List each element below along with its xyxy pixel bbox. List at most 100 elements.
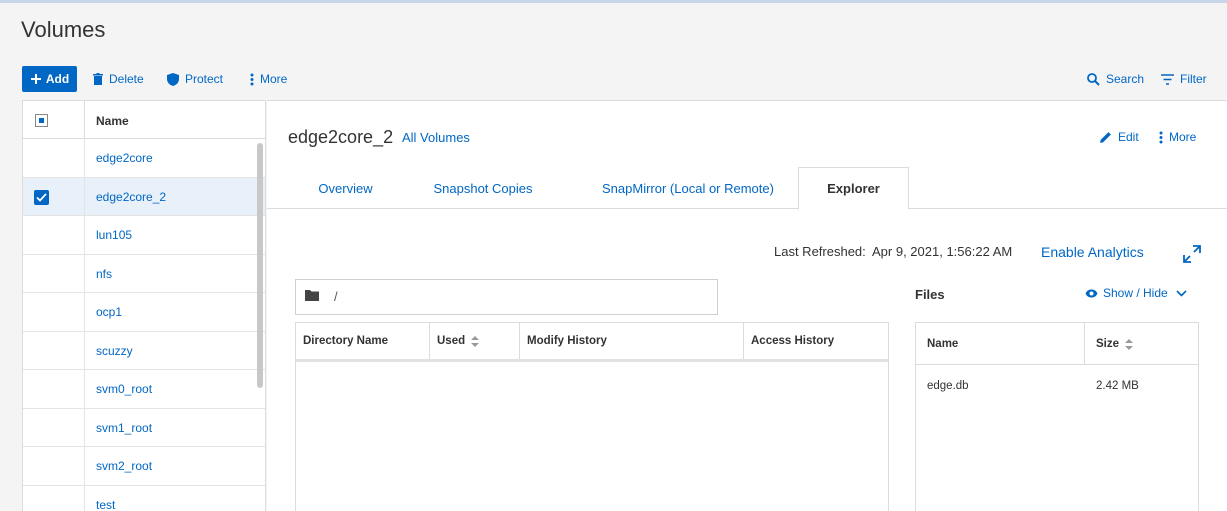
- volume-row[interactable]: edge2core_2: [23, 177, 265, 216]
- row-checkbox-checked[interactable]: [34, 189, 49, 205]
- volume-row[interactable]: svm2_root: [23, 447, 265, 486]
- volume-name-link[interactable]: scuzzy: [96, 344, 133, 358]
- volume-name-link[interactable]: svm2_root: [96, 459, 152, 473]
- row-checkbox-cell[interactable]: [23, 370, 85, 408]
- files-table-header: Name Size: [916, 323, 1198, 365]
- more-button-label: More: [260, 72, 288, 86]
- files-label: Files: [915, 287, 945, 302]
- column-file-size[interactable]: Size: [1085, 323, 1198, 365]
- detail-tabs: Overview Snapshot Copies SnapMirror (Loc…: [267, 167, 1227, 210]
- all-volumes-link[interactable]: All Volumes: [402, 130, 470, 145]
- plus-icon: [30, 74, 41, 84]
- show-hide-toggle[interactable]: Show / Hide: [1085, 286, 1187, 300]
- row-checkbox-cell[interactable]: [23, 331, 85, 369]
- file-name: edge.db: [927, 380, 969, 392]
- column-access-history-label: Access History: [751, 335, 835, 347]
- row-checkbox-cell[interactable]: [23, 408, 85, 446]
- volume-row[interactable]: svm1_root: [23, 408, 265, 447]
- protect-button[interactable]: Protect: [167, 66, 223, 92]
- volume-row[interactable]: ocp1: [23, 293, 265, 332]
- checkmark-icon: [36, 192, 47, 202]
- row-checkbox-cell[interactable]: [23, 254, 85, 292]
- tab-overview[interactable]: Overview: [287, 167, 404, 209]
- page-title: Volumes: [21, 17, 106, 42]
- tab-snapshot-copies[interactable]: Snapshot Copies: [412, 167, 554, 209]
- shield-icon: [167, 72, 179, 86]
- edit-button[interactable]: Edit: [1100, 130, 1139, 144]
- enable-analytics-link[interactable]: Enable Analytics: [1041, 244, 1144, 260]
- volume-name-link[interactable]: nfs: [96, 267, 112, 281]
- toolbar: Add Delete Protect More Search Filter: [22, 66, 1212, 92]
- volume-title: edge2core_2: [288, 127, 394, 147]
- folder-icon: [305, 290, 319, 301]
- path-value: /: [334, 289, 338, 304]
- volume-name-link[interactable]: lun105: [96, 228, 132, 242]
- tab-snapmirror[interactable]: SnapMirror (Local or Remote): [567, 167, 809, 209]
- volume-name-link[interactable]: test: [96, 498, 115, 511]
- select-all-checkbox[interactable]: [35, 114, 48, 127]
- path-input[interactable]: /: [295, 279, 718, 315]
- kebab-icon: [1159, 131, 1163, 143]
- detail-more-button-label: More: [1169, 130, 1197, 144]
- pencil-icon: [1100, 132, 1111, 143]
- edit-button-label: Edit: [1118, 130, 1139, 144]
- row-checkbox-cell[interactable]: [23, 485, 85, 511]
- volume-name-link[interactable]: svm0_root: [96, 382, 152, 396]
- directory-table: Directory Name Used Modify History Acces…: [295, 322, 889, 511]
- expand-icon[interactable]: [1183, 245, 1201, 263]
- more-button[interactable]: More: [250, 66, 287, 92]
- row-checkbox-cell[interactable]: [23, 293, 85, 331]
- column-modify-history[interactable]: Modify History: [520, 323, 744, 359]
- row-checkbox-cell[interactable]: [23, 139, 85, 177]
- top-accent-line: [0, 0, 1227, 3]
- column-used[interactable]: Used: [430, 323, 520, 359]
- volume-row[interactable]: svm0_root: [23, 370, 265, 409]
- detail-more-button[interactable]: More: [1159, 130, 1196, 144]
- volume-row[interactable]: lun105: [23, 216, 265, 255]
- last-refreshed-label: Last Refreshed:: [774, 244, 866, 259]
- eye-icon: [1085, 289, 1098, 297]
- files-table: Name Size edge.db 2.42 MB: [915, 322, 1199, 511]
- file-size: 2.42 MB: [1096, 380, 1139, 392]
- column-directory-name[interactable]: Directory Name: [296, 323, 430, 359]
- show-hide-label: Show / Hide: [1103, 286, 1168, 300]
- volume-row[interactable]: nfs: [23, 254, 265, 293]
- name-column-header[interactable]: Name: [96, 114, 129, 128]
- volume-name-link[interactable]: svm1_root: [96, 421, 152, 435]
- add-button[interactable]: Add: [22, 66, 77, 92]
- trash-icon: [93, 73, 103, 85]
- file-row[interactable]: edge.db 2.42 MB: [916, 365, 1198, 409]
- column-access-history[interactable]: Access History: [744, 323, 888, 359]
- volume-list-scrollbar[interactable]: [257, 143, 263, 388]
- kebab-icon: [250, 73, 254, 85]
- filter-button-label: Filter: [1180, 72, 1207, 86]
- volume-name-link[interactable]: edge2core_2: [96, 190, 166, 204]
- column-file-name[interactable]: Name: [916, 323, 1085, 365]
- column-file-name-label: Name: [927, 338, 959, 350]
- filter-button[interactable]: Filter: [1161, 66, 1207, 92]
- last-refreshed-value: Apr 9, 2021, 1:56:22 AM: [872, 244, 1013, 259]
- search-button-label: Search: [1106, 72, 1145, 86]
- volume-name-link[interactable]: ocp1: [96, 305, 122, 319]
- volume-row[interactable]: scuzzy: [23, 331, 265, 370]
- tab-explorer[interactable]: Explorer: [798, 167, 909, 210]
- delete-button-label: Delete: [109, 72, 144, 86]
- delete-button[interactable]: Delete: [93, 66, 144, 92]
- row-checkbox-cell[interactable]: [23, 177, 85, 215]
- column-used-label: Used: [437, 335, 466, 347]
- protect-button-label: Protect: [185, 72, 224, 86]
- volume-list-panel: Name edge2core edge2core_2 lun105 nfs ocp1 sc…: [22, 100, 266, 511]
- add-button-label: Add: [45, 72, 70, 86]
- volume-name-link[interactable]: edge2core: [96, 151, 153, 165]
- volume-list-header: Name: [23, 101, 265, 139]
- volume-row[interactable]: edge2core: [23, 139, 265, 178]
- sort-icon: [1125, 338, 1134, 350]
- search-button[interactable]: Search: [1087, 66, 1144, 92]
- volume-row[interactable]: test: [23, 485, 265, 511]
- row-checkbox-cell[interactable]: [23, 216, 85, 254]
- column-directory-name-label: Directory Name: [303, 335, 389, 347]
- column-modify-history-label: Modify History: [527, 335, 607, 347]
- sort-icon: [471, 335, 480, 347]
- row-checkbox-cell[interactable]: [23, 447, 85, 485]
- filter-icon: [1161, 73, 1174, 85]
